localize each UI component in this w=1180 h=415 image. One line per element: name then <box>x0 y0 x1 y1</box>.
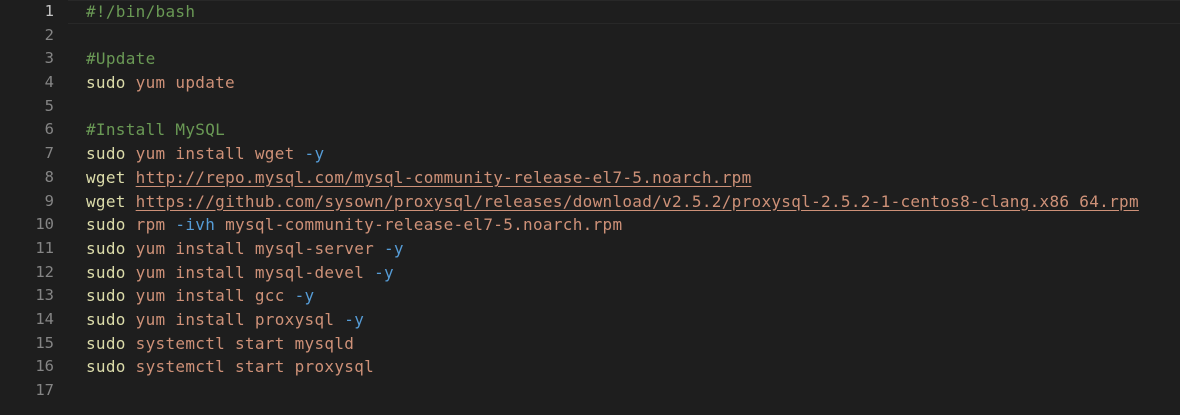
code-line[interactable]: 14 sudo yum install proxysql -y <box>0 308 1180 332</box>
code-line[interactable]: 12 sudo yum install mysql-devel -y <box>0 261 1180 285</box>
code-line[interactable]: 10 sudo rpm -ivh mysql-community-release-… <box>0 213 1180 237</box>
line-code: #!/bin/bash <box>86 0 195 24</box>
line-number: 16 <box>35 357 54 376</box>
line-code: #Install MySQL <box>86 118 225 142</box>
line-number: 8 <box>44 167 54 186</box>
code-line[interactable]: 2 <box>0 24 1180 48</box>
code-token: sudo <box>86 357 126 377</box>
code-token: sudo <box>86 144 126 164</box>
line-number: 2 <box>44 25 54 44</box>
code-token: yum install mysql-server <box>125 238 384 258</box>
line-number: 5 <box>44 96 54 115</box>
code-token: -y <box>384 238 404 258</box>
code-token: -y <box>344 309 365 329</box>
code-token: rpm <box>125 215 176 235</box>
code-token: systemctl start proxysql <box>125 357 375 377</box>
code-line[interactable]: 5 <box>0 95 1180 119</box>
line-number: 1 <box>44 2 54 20</box>
code-token: sudo <box>86 309 126 329</box>
line-number: 4 <box>44 73 54 92</box>
line-code: sudo yum install gcc -y <box>86 284 314 308</box>
line-number: 13 <box>35 286 54 305</box>
code-token: #!/bin/bash <box>86 2 196 21</box>
code-token: -y <box>294 286 315 306</box>
code-line[interactable]: 11 sudo yum install mysql-server -y <box>0 237 1180 261</box>
code-token: sudo <box>86 73 126 93</box>
code-line[interactable]: 7 sudo yum install wget -y <box>0 142 1180 166</box>
code-token: -ivh <box>175 215 216 235</box>
line-code: sudo systemctl start proxysql <box>86 355 374 379</box>
code-token: yum install mysql-devel <box>125 262 375 282</box>
line-number: 11 <box>35 238 54 257</box>
line-code: #Update <box>86 47 156 71</box>
code-token: mysql-community-release-el7-5.noarch.rpm <box>215 215 623 235</box>
code-token: sudo <box>86 238 126 258</box>
line-number: 14 <box>35 309 54 328</box>
code-line[interactable]: 16 sudo systemctl start proxysql <box>0 355 1180 379</box>
line-number: 7 <box>44 144 54 163</box>
code-line[interactable]: 1 #!/bin/bash <box>0 0 1180 24</box>
line-code: sudo yum update <box>86 71 235 95</box>
line-code: wget https://github.com/sysown/proxysql/… <box>86 190 1139 214</box>
code-token: yum install proxysql <box>125 309 345 329</box>
line-number: 9 <box>44 191 54 210</box>
code-token: yum update <box>125 73 235 93</box>
code-token: sudo <box>86 262 126 282</box>
code-token: systemctl start mysqld <box>125 333 355 353</box>
code-line[interactable]: 3 #Update <box>0 47 1180 71</box>
line-code: wget http://repo.mysql.com/mysql-communi… <box>86 166 752 190</box>
code-line[interactable]: 6 #Install MySQL <box>0 118 1180 142</box>
code-token: -y <box>374 262 394 282</box>
code-line[interactable]: 17 <box>0 379 1180 403</box>
line-code: sudo systemctl start mysqld <box>86 332 354 356</box>
editor-lines: 1 #!/bin/bash 2 3 #Update 4 sudo yum update 5 6 #… <box>0 0 1180 403</box>
code-token: yum install wget <box>125 144 305 164</box>
code-token: sudo <box>86 215 126 235</box>
code-line[interactable]: 9 wget https://github.com/sysown/proxysql… <box>0 190 1180 214</box>
code-link[interactable]: http://repo.mysql.com/mysql-community-re… <box>136 168 752 187</box>
line-number: 15 <box>35 333 54 352</box>
code-line[interactable]: 13 sudo yum install gcc -y <box>0 284 1180 308</box>
code-token: sudo <box>86 333 126 353</box>
line-code: sudo rpm -ivh mysql-community-release-el… <box>86 213 622 237</box>
line-number: 6 <box>44 120 54 139</box>
line-number: 12 <box>35 262 54 281</box>
line-number: 3 <box>44 49 54 68</box>
code-token: #Install MySQL <box>86 120 226 140</box>
code-line[interactable]: 8 wget http://repo.mysql.com/mysql-commun… <box>0 166 1180 190</box>
code-token: wget <box>86 191 126 211</box>
line-number: 10 <box>35 215 54 234</box>
code-line[interactable]: 4 sudo yum update <box>0 71 1180 95</box>
line-number: 17 <box>35 381 54 399</box>
line-code: sudo yum install wget -y <box>86 142 324 166</box>
line-code: sudo yum install mysql-server -y <box>86 237 404 261</box>
code-line[interactable]: 15 sudo systemctl start mysqld <box>0 332 1180 356</box>
line-code: sudo yum install proxysql -y <box>86 308 364 332</box>
code-editor[interactable]: 1 #!/bin/bash 2 3 #Update 4 sudo yum update 5 6 #… <box>0 0 1180 415</box>
code-token: sudo <box>86 286 126 306</box>
code-token: wget <box>86 167 126 187</box>
code-link[interactable]: https://github.com/sysown/proxysql/relea… <box>136 192 1139 211</box>
code-token: -y <box>304 144 325 164</box>
code-token: yum install gcc <box>125 286 295 306</box>
line-code: sudo yum install mysql-devel -y <box>86 261 394 285</box>
code-token: #Update <box>86 49 156 69</box>
